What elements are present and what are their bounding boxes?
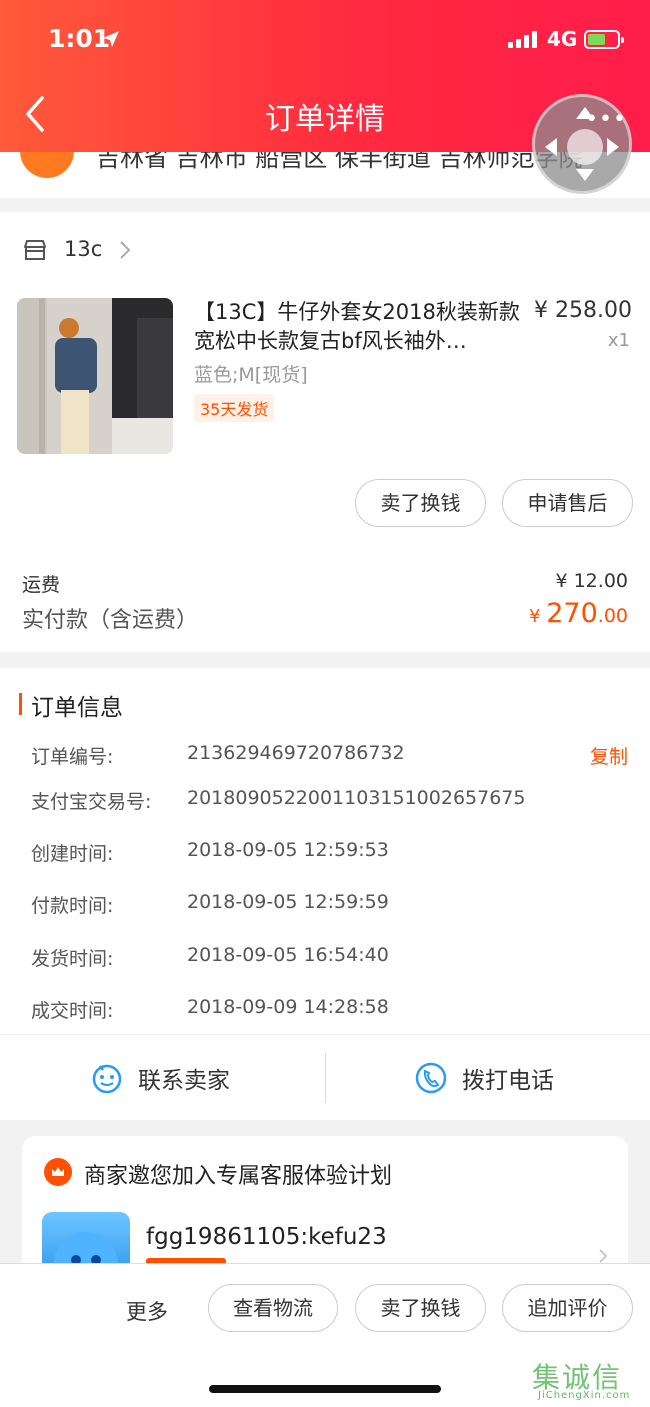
- product-variant: 蓝色;M[现货]: [194, 364, 308, 386]
- arrow-down-icon: [576, 169, 594, 181]
- paid-currency: ¥: [529, 606, 547, 627]
- paid-integer: 270: [546, 598, 598, 629]
- bottom-action-bar: 更多 查看物流 卖了换钱 追加评价 集诚信 JiChengXin.com: [0, 1263, 650, 1407]
- order-info-card: 订单信息 订单编号: 213629469720786732 复制 支付宝交易号:…: [0, 668, 650, 1120]
- order-info-title: 订单信息: [31, 695, 123, 721]
- product-price: ¥ 258.00: [534, 298, 632, 323]
- contact-seller-button[interactable]: 联系卖家: [90, 1035, 230, 1121]
- contact-bar: 联系卖家 拨打电话: [0, 1034, 650, 1120]
- product-title[interactable]: 【13C】牛仔外套女2018秋装新款宽松中长款复古bf风长袖外…: [194, 298, 524, 356]
- paid-time-row: 付款时间: 2018-09-05 12:59:59: [31, 891, 631, 921]
- contact-seller-label: 联系卖家: [138, 1068, 230, 1094]
- info-label: 支付宝交易号:: [31, 791, 152, 813]
- info-value: 2018090522001103151002657675: [187, 787, 526, 809]
- view-logistics-button[interactable]: 查看物流: [208, 1284, 338, 1332]
- address-text: 吉林省 吉林市 船营区 保丰街道 吉林师范学院: [96, 152, 583, 172]
- info-value: 2018-09-09 14:28:58: [187, 996, 389, 1018]
- info-label: 订单编号:: [31, 746, 114, 768]
- shipped-time-row: 发货时间: 2018-09-05 16:54:40: [31, 944, 631, 974]
- paid-amount-value: ¥ 270.00: [529, 598, 628, 629]
- location-arrow-icon: [103, 31, 119, 47]
- paid-decimal: .00: [597, 605, 628, 627]
- copy-button[interactable]: 复制: [590, 742, 628, 769]
- section-accent-bar: [19, 693, 22, 715]
- add-review-button[interactable]: 追加评价: [502, 1284, 633, 1332]
- sell-again-button[interactable]: 卖了换钱: [355, 1284, 486, 1332]
- order-number-row: 订单编号: 213629469720786732: [31, 742, 631, 772]
- arrow-right-icon: [607, 138, 619, 156]
- paid-amount-label: 实付款（含运费）: [22, 608, 199, 633]
- divider: [325, 1053, 326, 1103]
- shop-icon: [24, 240, 46, 260]
- battery-icon: [584, 30, 624, 49]
- arrow-left-icon: [545, 138, 557, 156]
- info-label: 发货时间:: [31, 948, 114, 970]
- chevron-right-icon[interactable]: [598, 1248, 608, 1264]
- joystick-center: [567, 129, 603, 165]
- shipping-time-badge: 35天发货: [194, 394, 275, 422]
- alipay-number-row: 支付宝交易号: 2018090522001103151002657675: [31, 787, 631, 817]
- signal-icon: [508, 30, 537, 48]
- shop-name[interactable]: 13c: [64, 237, 102, 261]
- call-phone-button[interactable]: 拨打电话: [414, 1035, 554, 1121]
- created-time-row: 创建时间: 2018-09-05 12:59:53: [31, 839, 631, 869]
- service-invite-title: 商家邀您加入专属客服体验计划: [84, 1164, 393, 1189]
- crown-icon: [44, 1158, 72, 1186]
- info-label: 付款时间:: [31, 895, 114, 917]
- more-dots-icon: •••: [585, 107, 627, 132]
- sell-button[interactable]: 卖了换钱: [355, 479, 486, 527]
- more-button[interactable]: 更多: [126, 1296, 168, 1326]
- info-label: 成交时间:: [31, 1000, 114, 1022]
- info-value: 2018-09-05 12:59:59: [187, 891, 389, 913]
- info-value: 213629469720786732: [187, 742, 405, 764]
- watermark-domain: JiChengXin.com: [538, 1390, 631, 1401]
- info-value: 2018-09-05 12:59:53: [187, 839, 389, 861]
- address-pin-icon: [20, 152, 74, 178]
- info-value: 2018-09-05 16:54:40: [187, 944, 389, 966]
- shipping-fee-label: 运费: [22, 574, 61, 596]
- shop-card: 13c 【13C】牛仔外套女2018秋装新款宽松中长款复古bf风长袖外… ¥ 2…: [0, 212, 650, 652]
- product-quantity: x1: [607, 330, 630, 351]
- status-time: 1:01: [48, 24, 111, 53]
- chevron-right-icon[interactable]: [118, 239, 132, 261]
- site-watermark: 集诚信 JiChengXin.com: [532, 1356, 644, 1404]
- status-bar: 1:01 4G: [0, 0, 650, 80]
- home-indicator[interactable]: [209, 1385, 441, 1393]
- service-account-name: fgg19861105:kefu23: [146, 1224, 387, 1250]
- shipping-fee-value: ¥ 12.00: [555, 570, 628, 592]
- deal-time-row: 成交时间: 2018-09-09 14:28:58: [31, 996, 631, 1026]
- call-phone-label: 拨打电话: [462, 1068, 554, 1094]
- after-sale-button[interactable]: 申请售后: [502, 479, 633, 527]
- network-type: 4G: [547, 27, 578, 51]
- info-label: 创建时间:: [31, 843, 114, 865]
- chat-bubble-icon: [92, 1064, 122, 1094]
- phone-icon: [415, 1062, 447, 1094]
- product-image[interactable]: [17, 298, 173, 454]
- assistive-touch-button[interactable]: •••: [532, 94, 632, 194]
